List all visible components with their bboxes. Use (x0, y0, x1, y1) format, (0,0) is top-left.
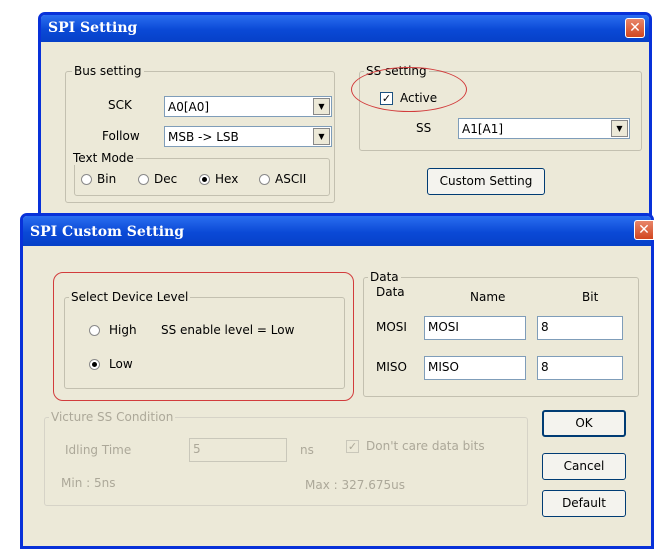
spi-custom-setting-window: SPI Custom Setting ✕ Select Device Level… (20, 213, 654, 549)
chevron-down-icon[interactable]: ▼ (313, 98, 330, 115)
bit-column-header: Bit (582, 290, 599, 304)
mosi-name-input[interactable]: MOSI (424, 316, 526, 340)
chevron-down-icon[interactable]: ▼ (313, 128, 330, 145)
miso-name-input[interactable]: MISO (424, 356, 526, 380)
ss-label: SS (416, 121, 432, 135)
name-column-header: Name (470, 290, 506, 304)
idling-time-input[interactable]: 5 (189, 438, 287, 462)
radio-low-label: Low (109, 357, 133, 371)
dialog-title: SPI Custom Setting (30, 224, 184, 240)
bus-setting-legend: Bus setting (72, 64, 144, 78)
miso-bit-input[interactable]: 8 (537, 356, 623, 380)
default-button[interactable]: Default (542, 490, 626, 517)
dont-care-checkbox[interactable]: ✓ (346, 440, 359, 453)
radio-dec-label: Dec (154, 172, 178, 186)
radio-bin[interactable] (81, 174, 92, 185)
ss-enable-level-text: SS enable level = Low (161, 323, 295, 337)
radio-hex[interactable] (199, 174, 210, 185)
annotation-ellipse (351, 67, 467, 112)
data-group: Data Data Name Bit MOSI MOSI 8 MISO MISO… (363, 270, 639, 397)
radio-hex-label: Hex (215, 172, 239, 186)
follow-label: Follow (102, 129, 140, 143)
ok-button[interactable]: OK (542, 410, 626, 437)
idling-unit-label: ns (300, 443, 314, 457)
device-level-legend: Select Device Level (69, 290, 191, 304)
radio-low[interactable] (89, 359, 100, 370)
radio-ascii[interactable] (259, 174, 270, 185)
custom-setting-button[interactable]: Custom Setting (427, 168, 545, 195)
close-icon[interactable]: ✕ (634, 220, 654, 240)
text-mode-group: Text Mode Bin Dec Hex ASCII (71, 151, 330, 196)
custom-setting-titlebar[interactable]: SPI Custom Setting ✕ (23, 216, 654, 246)
max-text: Max : 327.675us (305, 478, 405, 492)
window-title: SPI Setting (48, 20, 138, 36)
ss-condition-group: Victure SS Condition Idling Time 5 ns ✓ … (44, 410, 528, 506)
bus-setting-group: Bus setting SCK A0[A0] ▼ Follow MSB -> L… (65, 64, 335, 203)
sck-select[interactable]: A0[A0] ▼ (164, 96, 332, 117)
cancel-button[interactable]: Cancel (542, 453, 626, 480)
idling-time-label: Idling Time (65, 443, 132, 457)
radio-bin-label: Bin (97, 172, 117, 186)
sck-value: A0[A0] (168, 100, 210, 114)
data-legend: Data (368, 270, 401, 284)
follow-value: MSB -> LSB (168, 130, 239, 144)
mosi-label: MOSI (376, 320, 407, 334)
text-mode-legend: Text Mode (71, 151, 136, 165)
follow-select[interactable]: MSB -> LSB ▼ (164, 126, 332, 147)
miso-label: MISO (376, 360, 407, 374)
device-level-group: Select Device Level High SS enable level… (64, 290, 345, 389)
ss-condition-legend: Victure SS Condition (49, 410, 176, 424)
spi-setting-window: SPI Setting ✕ Bus setting SCK A0[A0] ▼ F… (38, 12, 652, 217)
radio-dec[interactable] (138, 174, 149, 185)
spi-setting-titlebar[interactable]: SPI Setting ✕ (41, 15, 649, 42)
sck-label: SCK (108, 98, 132, 112)
mosi-bit-input[interactable]: 8 (537, 316, 623, 340)
radio-ascii-label: ASCII (275, 172, 307, 186)
chevron-down-icon[interactable]: ▼ (611, 120, 628, 137)
radio-high[interactable] (89, 325, 100, 336)
min-text: Min : 5ns (61, 476, 116, 490)
close-icon[interactable]: ✕ (625, 18, 645, 38)
data-column-header: Data (376, 285, 405, 299)
ss-select[interactable]: A1[A1] ▼ (458, 118, 630, 139)
radio-high-label: High (109, 323, 137, 337)
ss-value: A1[A1] (462, 122, 504, 136)
dont-care-label: Don't care data bits (366, 439, 485, 453)
